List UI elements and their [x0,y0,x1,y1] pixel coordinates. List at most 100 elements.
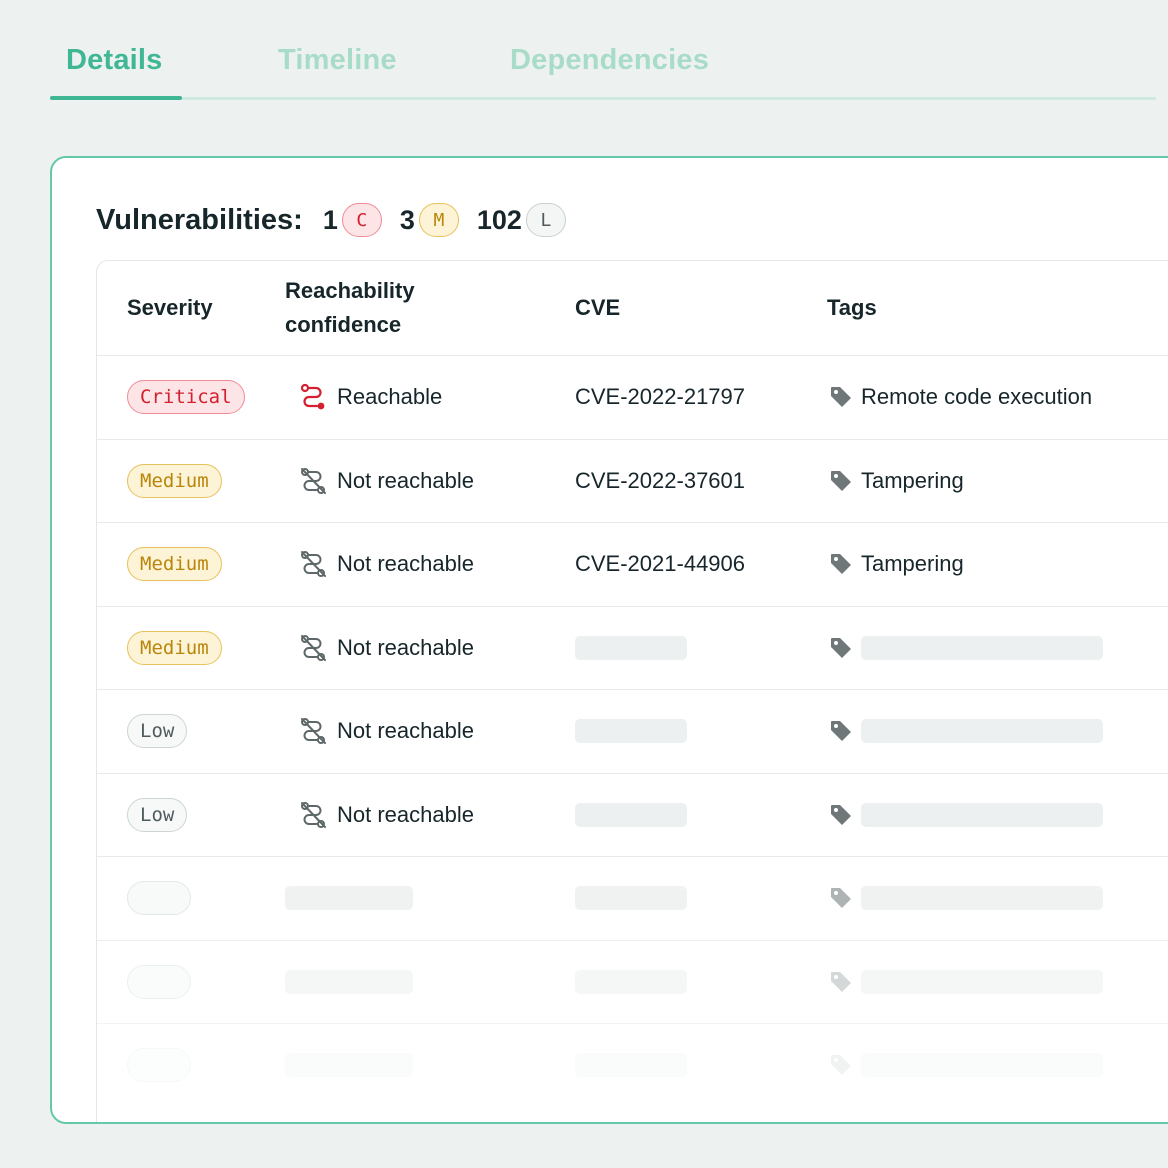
tag-cell: Tampering [829,466,964,496]
loading-skeleton [285,886,413,910]
reachability-label: Not reachable [337,634,474,660]
cve-placeholder [575,800,687,830]
loading-skeleton [861,1053,1103,1077]
tab-bar: Details Timeline Dependencies [50,0,1156,100]
critical-count-badge: C [341,203,382,237]
tag-label: Remote code execution [861,384,1093,409]
table-row[interactable]: Low Not reachable [97,690,1168,774]
reachability-cell: Not reachable [299,633,474,663]
medium-count-badge: M [418,203,459,237]
tag-icon [831,971,851,992]
column-header-tags[interactable]: Tags [827,291,877,325]
severity-badge-critical: Critical [127,380,245,414]
loading-skeleton [575,635,687,660]
low-count: 102 [476,204,522,235]
reachability-label: Not reachable [337,801,474,827]
cve-id[interactable]: CVE-2022-21797 [575,382,745,412]
critical-count: 1 [322,204,338,235]
column-header-reachability[interactable]: Reachability confidence [285,274,415,342]
reachability-label: Not reachable [337,467,474,493]
tag-icon [831,1055,851,1075]
reachability-label: Reachable [337,384,443,409]
loading-skeleton [861,719,1103,743]
route-off-icon [301,634,326,661]
tab-timeline-label: Timeline [278,44,397,76]
tab-dependencies-label: Dependencies [510,44,710,76]
vulnerabilities-summary: Vulnerabilities: 1 C 3 M 102 L [96,198,584,242]
tag-cell [829,1050,1103,1080]
table-row[interactable]: Critical Reachable CVE-2022-21797 Remote… [97,356,1168,440]
cve-placeholder [575,633,687,663]
tag-label: Tampering [861,467,964,493]
severity-badge-medium: Medium [127,630,222,665]
reachability-placeholder [285,1050,413,1080]
route-off-icon [301,467,326,494]
active-tab-indicator [50,96,182,100]
table-row[interactable]: Medium Not reachable CVE-2021-44906 Tamp… [97,523,1168,607]
route-off-icon [301,718,326,744]
reachability-cell: Not reachable [299,549,474,579]
reachability-placeholder [285,967,413,997]
tab-details[interactable]: Details [66,44,163,100]
cve-id[interactable]: CVE-2021-44906 [575,549,745,579]
route-icon [300,383,325,410]
loading-skeleton [575,969,687,994]
severity-badge-medium: Medium [127,547,222,581]
tab-timeline[interactable]: Timeline [278,44,397,100]
vulnerabilities-table: Severity Reachability confidence CVE Tag… [96,260,1168,1122]
table-row-placeholder [97,941,1168,1024]
loading-skeleton [575,886,687,910]
table-row[interactable]: Medium Not reachable CVE-2022-37601 Tamp… [97,440,1168,523]
cve-placeholder [575,967,687,997]
severity-badge-medium: Medium [127,463,222,498]
loading-skeleton [861,886,1103,910]
severity-badge-low: Low [127,714,188,748]
tag-cell [829,800,1103,830]
loading-skeleton [285,969,413,994]
vulnerabilities-title: Vulnerabilities: [96,203,303,236]
cve-placeholder [575,716,687,746]
severity-badge-placeholder [127,964,191,999]
loading-skeleton [575,802,687,827]
tag-cell [829,967,1103,997]
cve-placeholder [575,1050,687,1080]
vulnerabilities-card: Vulnerabilities: 1 C 3 M 102 L Severity … [50,156,1168,1124]
tag-icon [831,470,851,491]
reachability-placeholder [285,883,413,913]
tag-cell [829,883,1103,913]
tag-icon [831,804,851,825]
column-header-severity[interactable]: Severity [127,291,213,325]
reachability-cell: Not reachable [299,716,474,746]
tag-label: Tampering [861,551,964,576]
tag-cell: Tampering [829,549,964,579]
table-row-placeholder [97,857,1168,941]
cve-placeholder [575,883,687,913]
reachability-label: Not reachable [337,718,474,743]
medium-count: 3 [399,204,415,235]
tag-icon [831,888,851,908]
tab-details-label: Details [66,44,163,76]
table-row[interactable]: Medium Not reachable [97,607,1168,690]
table-row-placeholder [97,1024,1168,1108]
tag-cell [829,633,1103,663]
tag-cell [829,716,1103,746]
loading-skeleton [861,802,1103,827]
cve-id[interactable]: CVE-2022-37601 [575,466,745,496]
table-row[interactable]: Low Not reachable [97,774,1168,857]
loading-skeleton [861,969,1103,994]
reachability-label: Not reachable [337,551,474,576]
severity-badge-placeholder [127,1048,191,1082]
tag-cell: Remote code execution [829,382,1092,412]
tag-icon [831,637,851,658]
tab-dependencies[interactable]: Dependencies [510,44,709,100]
column-header-cve[interactable]: CVE [575,291,620,325]
tag-icon [831,554,851,574]
loading-skeleton [575,1053,687,1077]
loading-skeleton [861,635,1103,660]
column-header-reachability-line2: confidence [285,312,402,337]
column-header-reachability-line1: Reachability [285,278,415,303]
reachability-cell: Reachable [299,382,442,412]
loading-skeleton [285,1053,413,1077]
tag-icon [831,721,851,741]
route-off-icon [301,801,326,828]
